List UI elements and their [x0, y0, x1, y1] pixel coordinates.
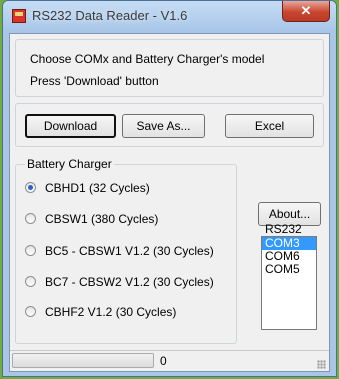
com-port-item[interactable]: COM5	[262, 263, 316, 276]
excel-button[interactable]: Excel	[225, 114, 314, 138]
app-window: RS232 Data Reader - V1.6 ✕ Choose COMx a…	[2, 0, 337, 377]
status-count: 0	[160, 354, 167, 368]
status-bar: 0	[10, 350, 329, 371]
instruction-line-1: Choose COMx and Battery Charger's model	[30, 52, 265, 66]
resize-grip-icon[interactable]	[317, 360, 326, 369]
battery-charger-title: Battery Charger	[25, 157, 114, 171]
radio-label: CBHD1 (32 Cycles)	[45, 181, 150, 195]
app-icon	[12, 9, 26, 23]
radio-label: CBHF2 V1.2 (30 Cycles)	[45, 305, 177, 319]
save-as-button[interactable]: Save As...	[122, 114, 205, 138]
radio-label: CBSW1 (380 Cycles)	[45, 212, 159, 226]
instruction-line-2: Press 'Download' button	[30, 74, 159, 88]
battery-charger-group: Battery Charger CBHD1 (32 Cycles) CBSW1 …	[15, 157, 237, 344]
download-button[interactable]: Download	[25, 114, 116, 138]
title-bar[interactable]: RS232 Data Reader - V1.6 ✕	[3, 1, 336, 33]
instructions-box: Choose COMx and Battery Charger's model …	[15, 39, 324, 97]
radio-button[interactable]	[25, 306, 36, 317]
radio-label: BC5 - CBSW1 V1.2 (30 Cycles)	[45, 244, 214, 258]
radio-button[interactable]	[25, 182, 36, 193]
radio-button[interactable]	[25, 213, 36, 224]
radio-label: BC7 - CBSW2 V1.2 (30 Cycles)	[45, 275, 214, 289]
com-port-list[interactable]: COM3 COM6 COM5	[261, 236, 317, 330]
radio-button[interactable]	[25, 276, 36, 287]
rs232-label: RS232	[265, 222, 302, 236]
client-area: Choose COMx and Battery Charger's model …	[9, 33, 330, 372]
close-button[interactable]: ✕	[282, 1, 330, 22]
action-buttons-box: Download Save As... Excel	[15, 103, 324, 147]
progress-bar	[12, 353, 154, 368]
radio-button[interactable]	[25, 245, 36, 256]
window-title: RS232 Data Reader - V1.6	[32, 8, 188, 23]
